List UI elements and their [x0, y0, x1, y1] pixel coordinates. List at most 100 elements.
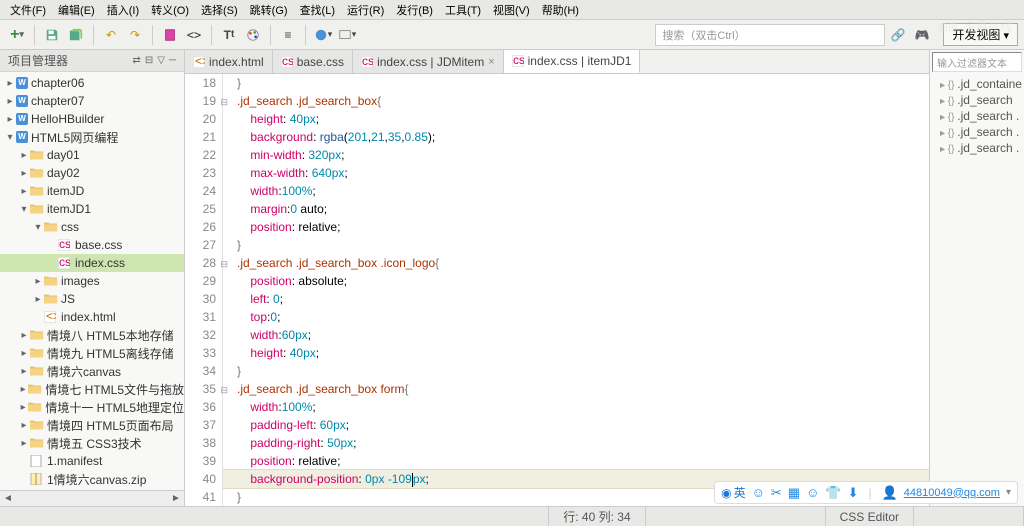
code-line[interactable]: }: [223, 236, 929, 254]
game-button[interactable]: 🎮: [911, 24, 933, 46]
menu-run[interactable]: 运行(R): [341, 2, 390, 18]
emoji-icon[interactable]: ☺: [752, 485, 765, 500]
code-button[interactable]: <>: [183, 24, 205, 46]
tree-scrollbar[interactable]: ◄►: [0, 490, 184, 506]
tree-item[interactable]: ▸JS: [0, 290, 184, 308]
code-line[interactable]: height: 40px;: [223, 344, 929, 362]
code-line[interactable]: .jd_search .jd_search_box .icon_logo{: [223, 254, 929, 272]
project-tree[interactable]: ▸Wchapter06▸Wchapter07▸WHelloHBuilder▾WH…: [0, 72, 184, 490]
code-line[interactable]: .jd_search .jd_search_box form{: [223, 380, 929, 398]
twisty-icon[interactable]: ▾: [32, 222, 44, 233]
menu-help[interactable]: 帮助(H): [536, 2, 585, 18]
paste-button[interactable]: [159, 24, 181, 46]
code-line[interactable]: .jd_search .jd_search_box{: [223, 92, 929, 110]
tree-item[interactable]: ▸images: [0, 272, 184, 290]
attach-button[interactable]: 🔗: [887, 24, 909, 46]
tree-item[interactable]: cssindex.css: [0, 254, 184, 272]
redo-button[interactable]: ↷: [124, 24, 146, 46]
code-editor[interactable]: 1819202122232425262728293031323334353637…: [185, 74, 929, 506]
code-line[interactable]: left: 0;: [223, 290, 929, 308]
tree-item[interactable]: ▸Wchapter07: [0, 92, 184, 110]
menu-select[interactable]: 选择(S): [195, 2, 244, 18]
menu-file[interactable]: 文件(F): [4, 2, 52, 18]
user-icon[interactable]: 👤: [882, 485, 898, 501]
collapse-icon[interactable]: ⊟: [145, 55, 153, 66]
chevron-down-icon[interactable]: ▾: [1006, 487, 1011, 498]
menu-tools[interactable]: 工具(T): [439, 2, 487, 18]
code-line[interactable]: min-width: 320px;: [223, 146, 929, 164]
grid-icon[interactable]: ▦: [788, 485, 800, 501]
editor-tab[interactable]: cssbase.css: [273, 50, 353, 73]
code-line[interactable]: max-width: 640px;: [223, 164, 929, 182]
editor-tab[interactable]: <>index.html: [185, 50, 273, 73]
outline-item[interactable]: .jd_search: [932, 92, 1022, 108]
code-line[interactable]: position: relative;: [223, 452, 929, 470]
twisty-icon[interactable]: ▸: [18, 168, 30, 179]
tree-item[interactable]: 1情境六canvas.zip: [0, 470, 184, 488]
tree-item[interactable]: ▸情境五 CSS3技术: [0, 434, 184, 452]
menu-escape[interactable]: 转义(O): [145, 2, 195, 18]
tree-item[interactable]: ▸Wchapter06: [0, 74, 184, 92]
code-line[interactable]: width:60px;: [223, 326, 929, 344]
tree-item[interactable]: ▸情境九 HTML5离线存储: [0, 344, 184, 362]
menu-goto[interactable]: 跳转(G): [244, 2, 294, 18]
twisty-icon[interactable]: ▸: [4, 78, 16, 89]
twisty-icon[interactable]: ▸: [32, 294, 44, 305]
menu-find[interactable]: 查找(L): [294, 2, 341, 18]
tree-item[interactable]: ▸itemJD: [0, 182, 184, 200]
tree-item[interactable]: ▸day02: [0, 164, 184, 182]
tree-item[interactable]: <>index.html: [0, 308, 184, 326]
ime-indicator[interactable]: ◉英: [721, 484, 746, 501]
twisty-icon[interactable]: ▸: [4, 96, 16, 107]
undo-button[interactable]: ↶: [100, 24, 122, 46]
code-line[interactable]: }: [223, 362, 929, 380]
editor-tab[interactable]: cssindex.css | JDMitem×: [353, 50, 504, 73]
new-button[interactable]: +▾: [6, 24, 28, 46]
menu-insert[interactable]: 插入(I): [101, 2, 145, 18]
tree-item[interactable]: ▸day01: [0, 146, 184, 164]
tree-item[interactable]: 1.manifest: [0, 452, 184, 470]
twisty-icon[interactable]: ▸: [18, 438, 30, 449]
twisty-icon[interactable]: ▸: [32, 276, 44, 287]
global-search[interactable]: 搜索（双击Ctrl）: [655, 24, 885, 46]
view-menu-icon[interactable]: ▽: [157, 55, 165, 66]
tree-item[interactable]: ▾css: [0, 218, 184, 236]
tree-item[interactable]: ▸情境六canvas: [0, 362, 184, 380]
link-icon[interactable]: ⇄: [132, 55, 140, 66]
user-email[interactable]: 44810049@qq.com: [904, 487, 1000, 499]
tree-item[interactable]: ▸情境八 HTML5本地存储: [0, 326, 184, 344]
code-body[interactable]: }.jd_search .jd_search_box{ height: 40px…: [223, 74, 929, 506]
outline-item[interactable]: .jd_search .: [932, 140, 1022, 156]
outline-item[interactable]: .jd_containe: [932, 76, 1022, 92]
twisty-icon[interactable]: ▸: [18, 384, 28, 395]
scissors-icon[interactable]: ✂: [771, 485, 782, 501]
twisty-icon[interactable]: ▾: [18, 204, 30, 215]
menu-edit[interactable]: 编辑(E): [52, 2, 101, 18]
twisty-icon[interactable]: ▸: [18, 366, 30, 377]
tree-item[interactable]: cssbase.css: [0, 236, 184, 254]
menu-view[interactable]: 视图(V): [487, 2, 536, 18]
code-line[interactable]: }: [223, 74, 929, 92]
twisty-icon[interactable]: ▸: [18, 348, 30, 359]
tree-item[interactable]: ▸WHelloHBuilder: [0, 110, 184, 128]
preview-button[interactable]: ▾: [336, 24, 358, 46]
menu-publish[interactable]: 发行(B): [390, 2, 439, 18]
code-line[interactable]: position: relative;: [223, 218, 929, 236]
minimize-icon[interactable]: ─: [169, 55, 176, 66]
outline-item[interactable]: .jd_search .: [932, 108, 1022, 124]
tree-item[interactable]: ▸情境十一 HTML5地理定位: [0, 398, 184, 416]
twisty-icon[interactable]: ▸: [18, 402, 28, 413]
text-button[interactable]: Tt: [218, 24, 240, 46]
outline-filter[interactable]: 输入过滤器文本: [932, 52, 1022, 72]
save-all-button[interactable]: [65, 24, 87, 46]
close-icon[interactable]: ×: [488, 56, 494, 68]
twisty-icon[interactable]: ▸: [18, 330, 30, 341]
outline-item[interactable]: .jd_search .: [932, 124, 1022, 140]
twisty-icon[interactable]: ▸: [18, 150, 30, 161]
code-line[interactable]: margin:0 auto;: [223, 200, 929, 218]
code-line[interactable]: position: absolute;: [223, 272, 929, 290]
tree-item[interactable]: ▸情境七 HTML5文件与拖放: [0, 380, 184, 398]
shirt-icon[interactable]: 👕: [825, 485, 841, 501]
code-line[interactable]: width:100%;: [223, 398, 929, 416]
twisty-icon[interactable]: ▾: [4, 132, 16, 143]
